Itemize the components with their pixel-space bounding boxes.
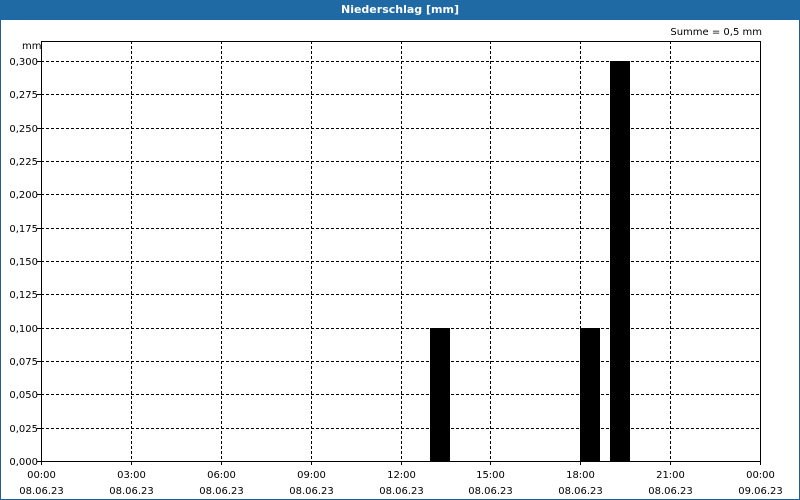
y-tick-label: 0,075 bbox=[9, 357, 38, 368]
y-tick-label: 0,000 bbox=[9, 457, 38, 468]
y-tick-label: 0,175 bbox=[9, 224, 38, 235]
y-tick-label: 0,225 bbox=[9, 157, 38, 168]
x-tick-time: 00:00 bbox=[746, 470, 775, 481]
x-tick-time: 09:00 bbox=[297, 470, 326, 481]
x-tick-time: 21:00 bbox=[656, 470, 685, 481]
x-tick-date: 08.06.23 bbox=[558, 486, 603, 497]
x-tick-time: 15:00 bbox=[476, 470, 505, 481]
x-tick-date: 08.06.23 bbox=[199, 486, 244, 497]
precipitation-bar bbox=[580, 328, 600, 461]
y-tick-label: 0,125 bbox=[9, 290, 38, 301]
y-tick-label: 0,100 bbox=[9, 324, 38, 335]
x-tick-date: 09.06.23 bbox=[738, 486, 783, 497]
x-tick-date: 08.06.23 bbox=[648, 486, 693, 497]
y-tick-label: 0,300 bbox=[9, 57, 38, 68]
precipitation-bar bbox=[430, 328, 450, 461]
x-tick-date: 08.06.23 bbox=[109, 486, 154, 497]
precipitation-bar bbox=[610, 61, 630, 461]
y-tick-label: 0,050 bbox=[9, 390, 38, 401]
x-tick-time: 12:00 bbox=[387, 470, 416, 481]
x-tick-date: 08.06.23 bbox=[468, 486, 513, 497]
precipitation-chart: 0,000 0,025 0,050 0,075 0,100 0,125 0,150 0,175… bbox=[9, 41, 783, 497]
x-tick-time: 06:00 bbox=[207, 470, 236, 481]
x-tick-time: 18:00 bbox=[566, 470, 595, 481]
x-tick-time: 03:00 bbox=[117, 470, 146, 481]
y-tick-label: 0,275 bbox=[9, 90, 38, 101]
x-tick-date: 08.06.23 bbox=[289, 486, 334, 497]
x-tick-date: 08.06.23 bbox=[379, 486, 424, 497]
y-tick-label: 0,150 bbox=[9, 257, 38, 268]
y-tick-label: 0,200 bbox=[9, 190, 38, 201]
x-tick-time: 00:00 bbox=[27, 470, 56, 481]
x-tick-date: 08.06.23 bbox=[19, 486, 64, 497]
y-tick-label: 0,025 bbox=[9, 424, 38, 435]
y-tick-label: 0,250 bbox=[9, 124, 38, 135]
